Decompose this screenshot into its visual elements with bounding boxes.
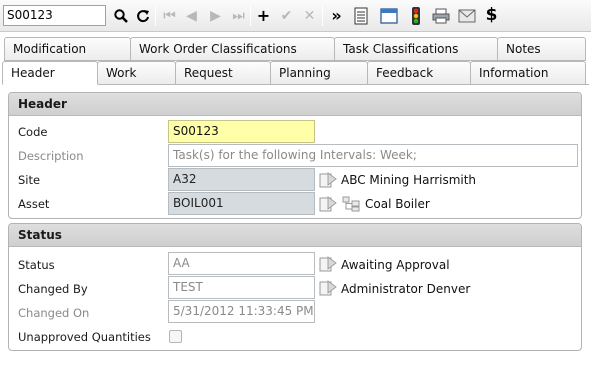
code-field[interactable]: S00123 (168, 120, 315, 143)
changed-by-field[interactable]: TEST (168, 276, 315, 299)
cancel-icon[interactable]: ✕ (299, 5, 320, 26)
first-record-icon[interactable]: ⏮ (159, 5, 180, 26)
traffic-light-icon[interactable] (405, 5, 426, 26)
next-record-icon[interactable]: ▶ (205, 5, 226, 26)
tab-work[interactable]: Work (97, 61, 176, 85)
description-label: Description (18, 149, 84, 163)
more-actions-icon[interactable]: » (326, 5, 347, 26)
asset-hierarchy-icon[interactable] (342, 196, 360, 212)
print-icon[interactable] (430, 5, 451, 26)
site-label: Site (18, 173, 41, 187)
asset-name: Coal Boiler (365, 197, 430, 211)
tab-work-order-classifications[interactable]: Work Order Classifications (130, 37, 335, 61)
search-icon[interactable] (110, 5, 131, 26)
site-name: ABC Mining Harrismith (341, 173, 477, 187)
unapproved-quantities-checkbox[interactable] (169, 330, 182, 343)
tab-information[interactable]: Information (470, 61, 586, 85)
asset-lookup-icon[interactable] (319, 196, 337, 212)
tab-notes[interactable]: Notes (497, 37, 586, 61)
status-name: Awaiting Approval (341, 258, 450, 272)
tab-request[interactable]: Request (175, 61, 271, 85)
last-record-icon[interactable]: ⏭ (228, 5, 249, 26)
tab-task-classifications[interactable]: Task Classifications (334, 37, 498, 61)
tab-feedback[interactable]: Feedback (367, 61, 471, 85)
refresh-icon[interactable] (132, 5, 153, 26)
header-panel-title: Header (9, 93, 581, 116)
changed-on-label: Changed On (18, 306, 90, 320)
tab-header[interactable]: Header (2, 61, 98, 85)
toolbar: S00123 ⏮ ◀ ▶ ⏭ + ✔ ✕ » $ (0, 0, 591, 32)
previous-record-icon[interactable]: ◀ (181, 5, 202, 26)
changed-by-label: Changed By (18, 282, 88, 296)
status-lookup-icon[interactable] (319, 256, 337, 272)
unapproved-quantities-label: Unapproved Quantities (18, 330, 151, 344)
save-icon[interactable]: ✔ (276, 5, 297, 26)
site-field[interactable]: A32 (168, 168, 315, 191)
changed-on-field[interactable]: 5/31/2012 11:33:45 PM (168, 300, 315, 323)
tab-modification[interactable]: Modification (4, 37, 131, 61)
search-input[interactable]: S00123 (3, 5, 106, 26)
asset-label: Asset (18, 197, 50, 211)
description-field[interactable]: Task(s) for the following Intervals: Wee… (168, 144, 578, 167)
add-icon[interactable]: + (253, 5, 274, 26)
list-view-icon[interactable] (350, 5, 371, 26)
status-field[interactable]: AA (168, 252, 315, 275)
asset-field[interactable]: BOIL001 (168, 192, 315, 215)
window-icon[interactable] (378, 5, 399, 26)
code-label: Code (18, 125, 48, 139)
site-lookup-icon[interactable] (319, 172, 337, 188)
email-icon[interactable] (456, 5, 477, 26)
header-panel: Header Code S00123 Description Task(s) f… (8, 92, 582, 219)
status-label: Status (18, 258, 55, 272)
changed-by-lookup-icon[interactable] (319, 280, 337, 296)
cost-icon[interactable]: $ (481, 5, 502, 26)
status-panel: Status Status AA Awaiting Approval Chang… (8, 223, 582, 351)
tab-planning[interactable]: Planning (270, 61, 368, 85)
status-panel-title: Status (9, 224, 581, 247)
changed-by-name: Administrator Denver (341, 282, 471, 296)
